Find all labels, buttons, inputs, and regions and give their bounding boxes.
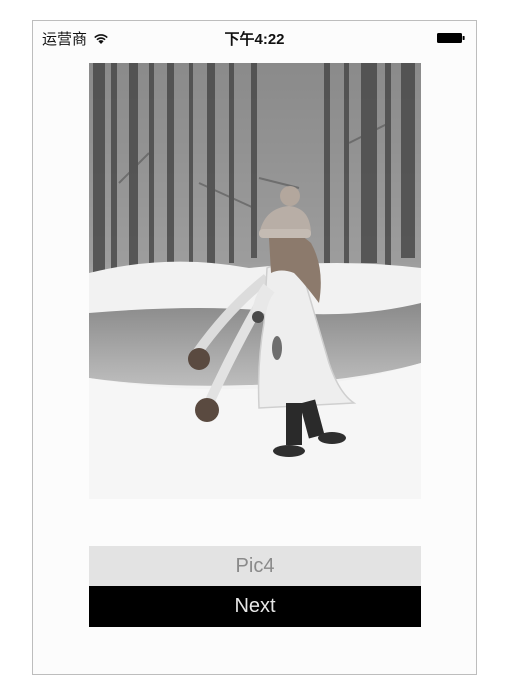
winter-child-photo xyxy=(89,63,421,499)
status-bar: 运营商 下午4:22 xyxy=(33,21,476,53)
battery-icon xyxy=(437,33,465,43)
photo-image xyxy=(89,63,421,499)
next-button[interactable]: Next xyxy=(89,586,421,627)
phone-screen: 运营商 下午4:22 Pic4 Next xyxy=(32,20,477,675)
status-time: 下午4:22 xyxy=(224,31,285,48)
picture-name-label: Pic4 xyxy=(89,546,421,586)
